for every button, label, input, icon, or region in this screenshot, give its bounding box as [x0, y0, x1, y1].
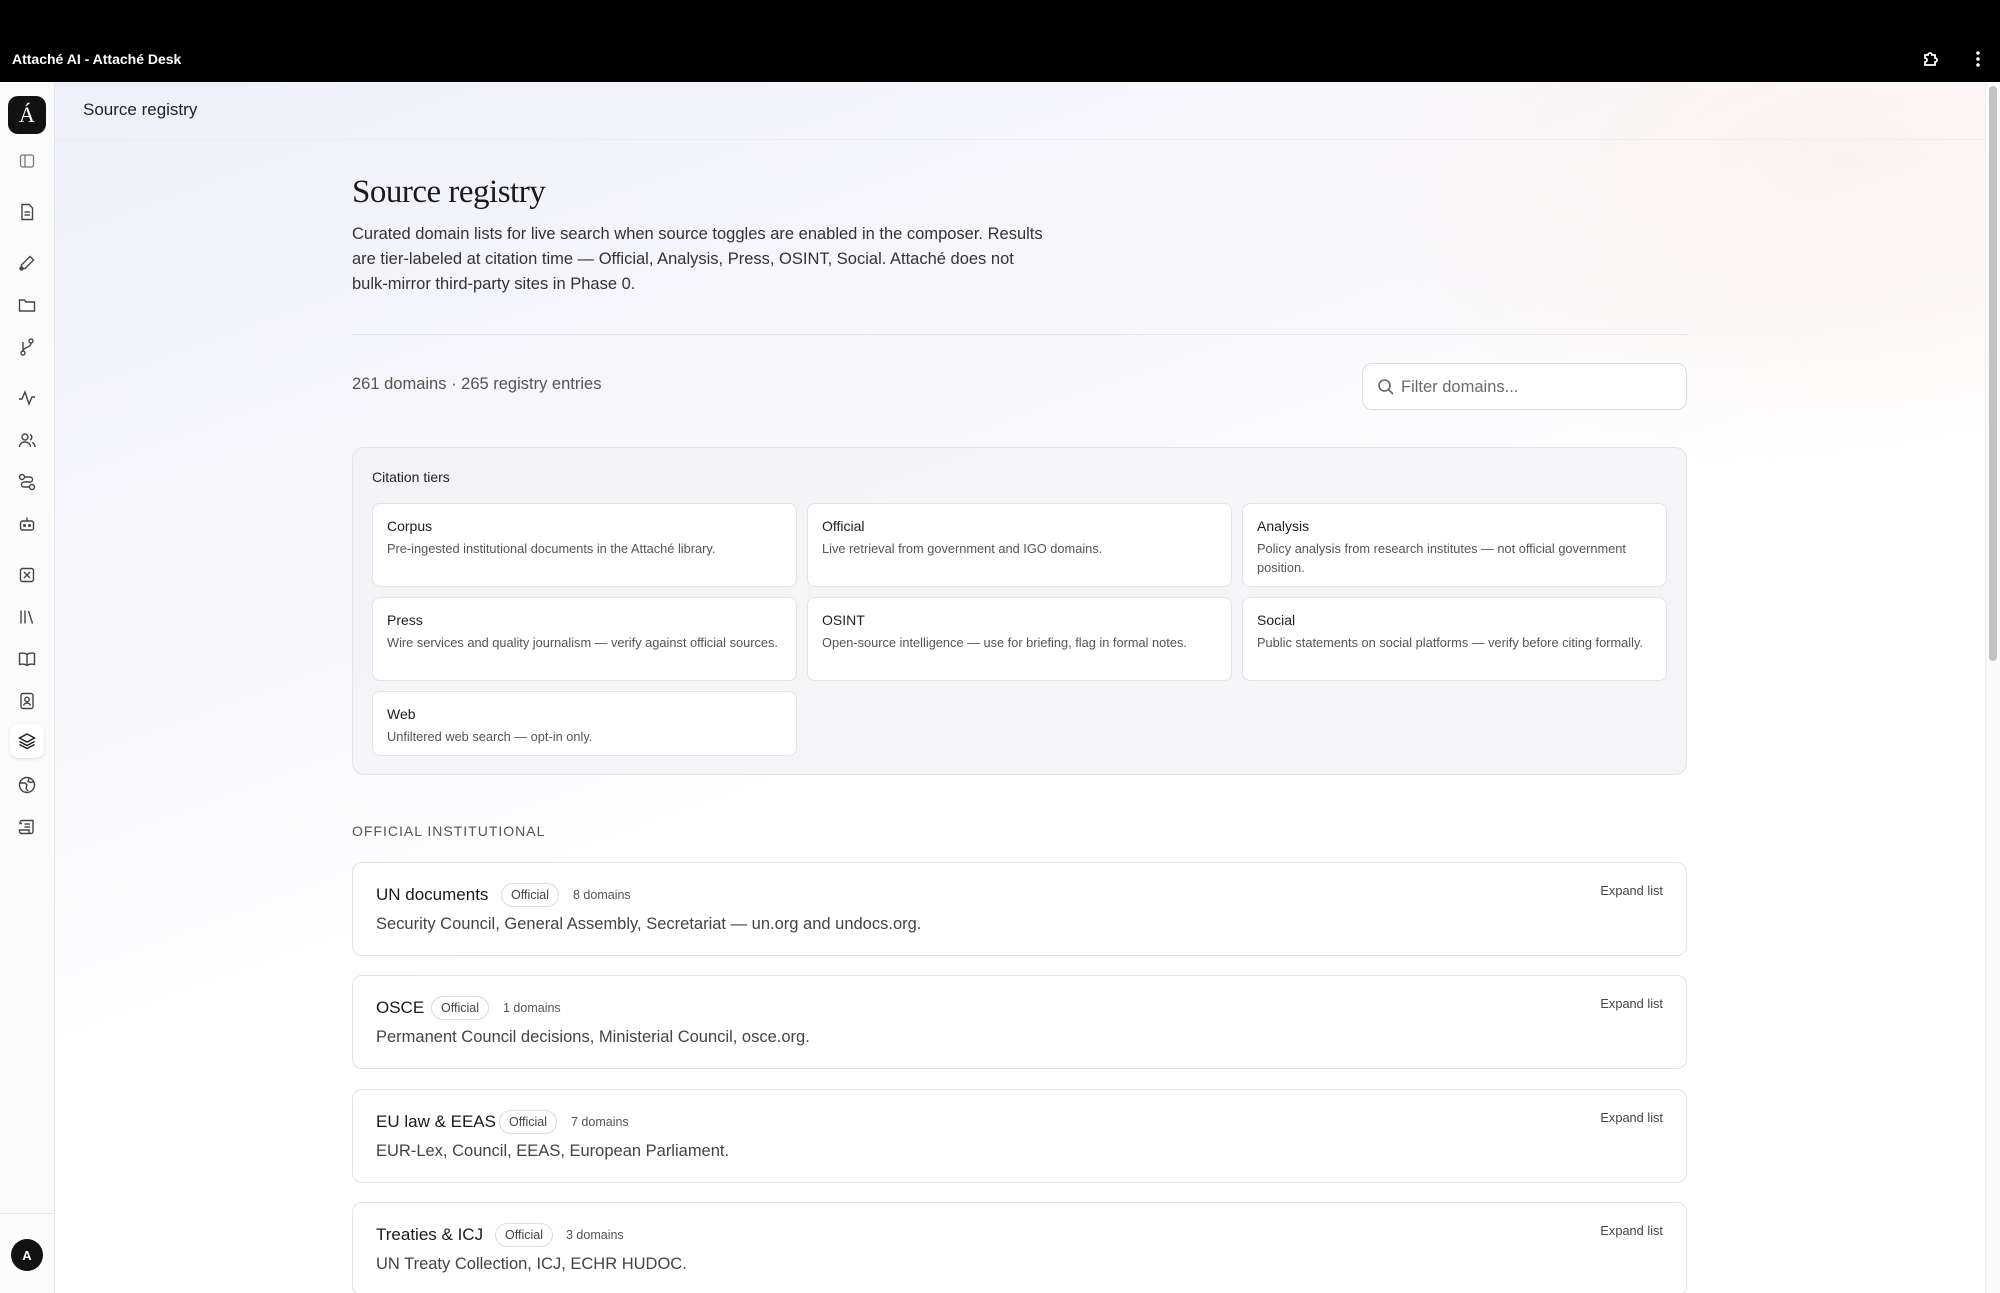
- registry-card: UN documents Official 8 domains Security…: [352, 862, 1687, 956]
- registry-card: EU law & EEAS Official 7 domains EUR-Lex…: [352, 1089, 1687, 1183]
- expand-list-button[interactable]: Expand list: [1600, 883, 1663, 898]
- tier-name: Social: [1257, 612, 1296, 628]
- tier-badge: Official: [495, 1223, 553, 1247]
- registry-counts: 261 domains · 265 registry entries: [352, 375, 602, 393]
- contact-book-icon[interactable]: [14, 688, 40, 714]
- window-titlebar: Attaché AI - Attaché Desk: [0, 0, 2000, 82]
- search-icon: [1378, 379, 1394, 395]
- user-avatar[interactable]: A: [11, 1239, 43, 1271]
- tier-card-social: Social Public statements on social platf…: [1242, 597, 1667, 681]
- sidebar-divider: [0, 1213, 54, 1214]
- tier-badge: Official: [501, 883, 559, 907]
- activity-icon[interactable]: [14, 385, 40, 411]
- sidebar: Á A: [0, 82, 55, 1293]
- citation-tiers-label: Citation tiers: [372, 469, 450, 485]
- citation-tiers-panel: Citation tiers Corpus Pre-ingested insti…: [352, 447, 1687, 775]
- page-title: Source registry: [352, 174, 546, 210]
- tier-card-official: Official Live retrieval from government …: [807, 503, 1232, 587]
- registry-name: OSCE: [376, 998, 425, 1017]
- tier-description: Wire services and quality journalism — v…: [387, 635, 778, 650]
- tier-badge: Official: [431, 996, 489, 1020]
- domain-count: 1 domains: [503, 1001, 561, 1015]
- registry-name: EU law & EEAS: [376, 1112, 496, 1131]
- window-title: Attaché AI - Attaché Desk: [12, 51, 182, 67]
- tier-description: Open-source intelligence — use for brief…: [822, 635, 1187, 650]
- tier-description: Pre-ingested institutional documents in …: [387, 541, 716, 556]
- bot-icon[interactable]: [14, 511, 40, 537]
- filter-domains-input[interactable]: [1401, 374, 1671, 400]
- registry-name: Treaties & ICJ: [376, 1225, 484, 1244]
- panel-toggle-icon[interactable]: [14, 148, 40, 174]
- expand-list-button[interactable]: Expand list: [1600, 996, 1663, 1011]
- registry-description: Permanent Council decisions, Ministerial…: [376, 1028, 810, 1046]
- registry-description: EUR-Lex, Council, EEAS, European Parliam…: [376, 1142, 730, 1160]
- main-content: Source registry Source registry Curated …: [55, 82, 1985, 1293]
- app-logo[interactable]: Á: [8, 96, 46, 134]
- registry-name: UN documents: [376, 885, 489, 904]
- section-heading: OFFICIAL INSTITUTIONAL: [352, 823, 546, 839]
- tier-name: Official: [822, 518, 865, 534]
- tier-name: Corpus: [387, 518, 433, 534]
- users-icon[interactable]: [14, 427, 40, 453]
- library-icon[interactable]: [14, 604, 40, 630]
- book-open-icon[interactable]: [14, 646, 40, 672]
- tier-card-web: Web Unfiltered web search — opt-in only.: [372, 691, 797, 756]
- top-bar: Source registry: [55, 82, 1985, 140]
- branch-icon[interactable]: [14, 334, 40, 360]
- puzzle-icon[interactable]: [1920, 48, 1942, 70]
- registry-card: Treaties & ICJ Official 3 domains UN Tre…: [352, 1202, 1687, 1293]
- layers-icon[interactable]: [10, 724, 44, 758]
- expand-list-button[interactable]: Expand list: [1600, 1223, 1663, 1238]
- registry-card: OSCE Official 1 domains Permanent Counci…: [352, 975, 1687, 1069]
- tier-card-press: Press Wire services and quality journali…: [372, 597, 797, 681]
- domain-count: 7 domains: [571, 1115, 629, 1129]
- registry-description: Security Council, General Assembly, Secr…: [376, 915, 922, 933]
- tier-description: Live retrieval from government and IGO d…: [822, 541, 1103, 556]
- registry-description: UN Treaty Collection, ICJ, ECHR HUDOC.: [376, 1255, 687, 1273]
- pen-icon[interactable]: [14, 250, 40, 276]
- document-icon[interactable]: [14, 199, 40, 225]
- route-icon[interactable]: [14, 469, 40, 495]
- scroll-icon[interactable]: [14, 814, 40, 840]
- filter-domains-field[interactable]: [1362, 363, 1687, 410]
- x-square-icon[interactable]: [14, 562, 40, 588]
- page-scrollbar[interactable]: [1985, 82, 2000, 1293]
- tier-card-corpus: Corpus Pre-ingested institutional docume…: [372, 503, 797, 587]
- globe-icon[interactable]: [14, 772, 40, 798]
- breadcrumb: Source registry: [83, 100, 198, 119]
- tier-name: Web: [387, 706, 416, 722]
- folder-icon[interactable]: [14, 292, 40, 318]
- kebab-menu-icon[interactable]: [1967, 48, 1989, 70]
- tier-card-osint: OSINT Open-source intelligence — use for…: [807, 597, 1232, 681]
- expand-list-button[interactable]: Expand list: [1600, 1110, 1663, 1125]
- tier-name: OSINT: [822, 612, 865, 628]
- scrollbar-thumb[interactable]: [1989, 86, 1997, 661]
- tier-badge: Official: [499, 1110, 557, 1134]
- tier-name: Press: [387, 612, 423, 628]
- domain-count: 8 domains: [573, 888, 631, 902]
- tier-card-analysis: Analysis Policy analysis from research i…: [1242, 503, 1667, 587]
- header-divider: [352, 334, 1687, 335]
- tier-description: Unfiltered web search — opt-in only.: [387, 729, 593, 744]
- page-description: Curated domain lists for live search whe…: [352, 225, 1043, 293]
- tier-name: Analysis: [1257, 518, 1310, 534]
- domain-count: 3 domains: [566, 1228, 624, 1242]
- tier-description: Public statements on social platforms — …: [1257, 635, 1643, 650]
- tier-description: Policy analysis from research institutes…: [1257, 541, 1626, 575]
